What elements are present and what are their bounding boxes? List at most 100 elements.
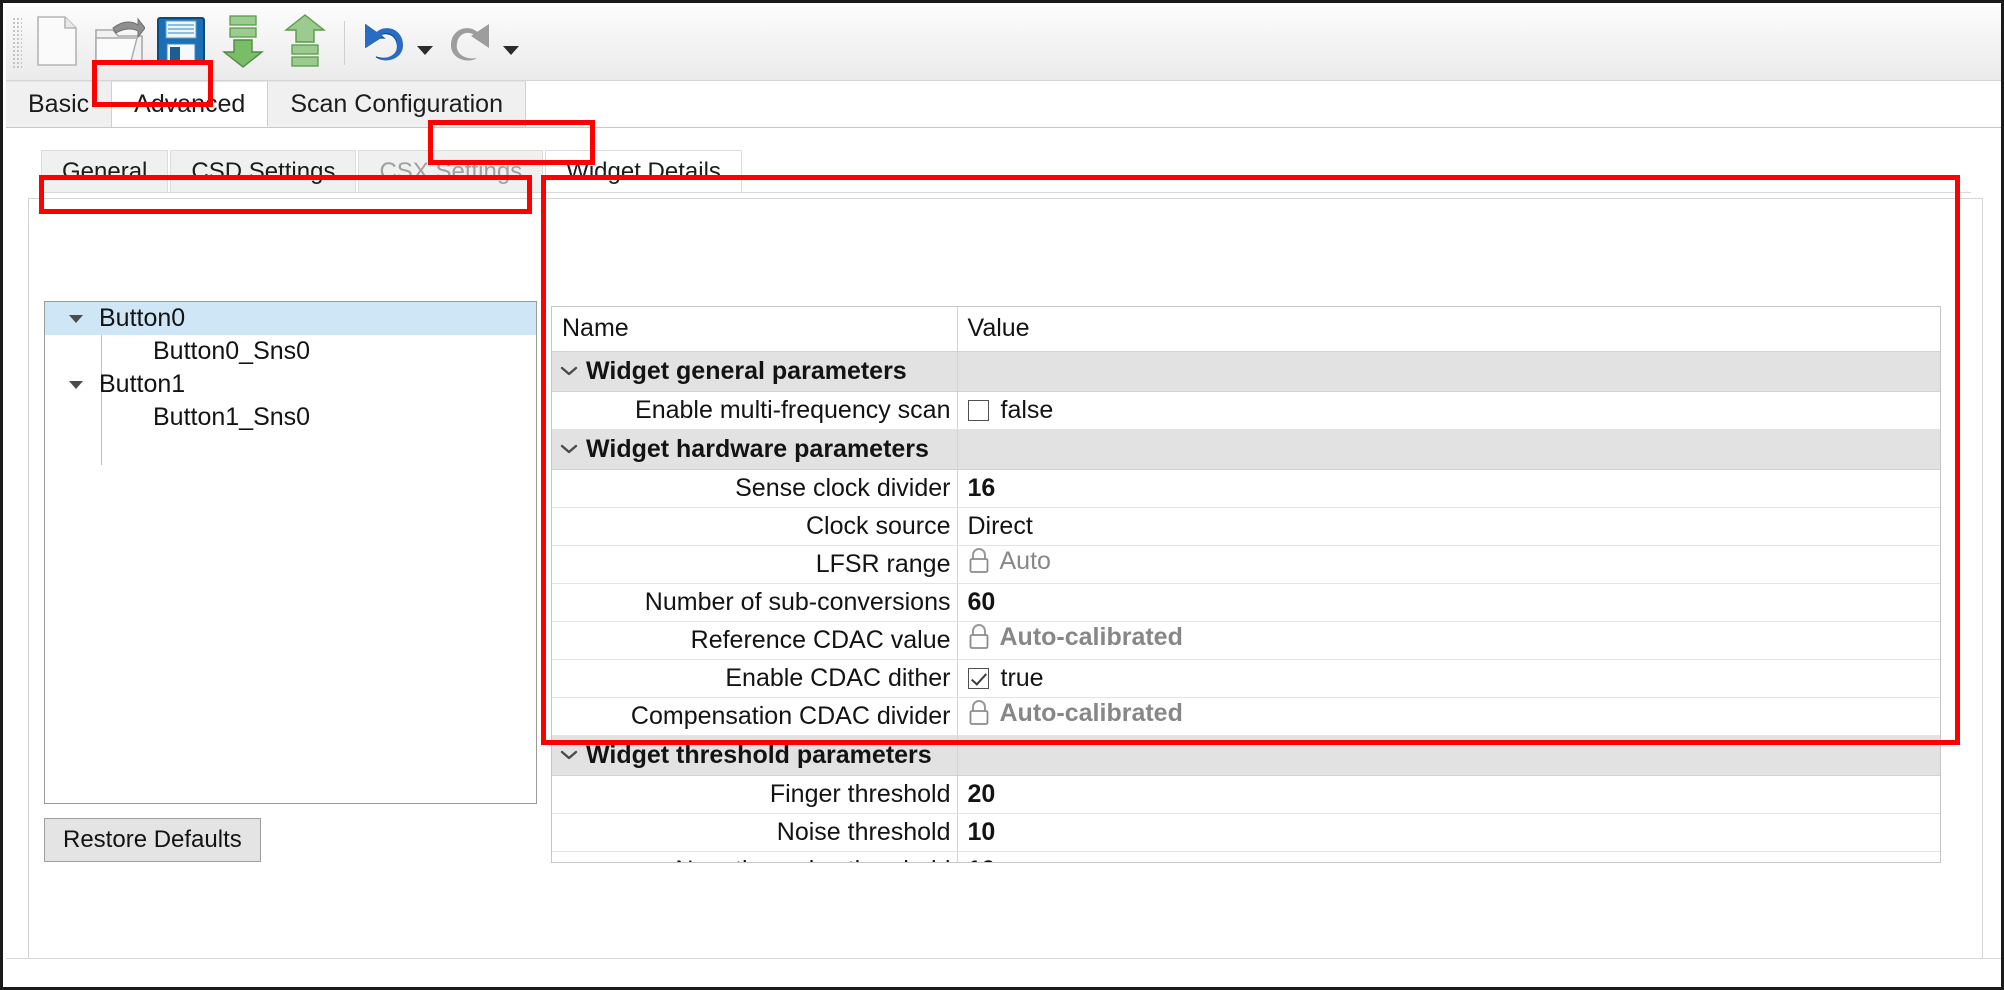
undo-button[interactable]	[353, 12, 415, 74]
parameter-value-cell[interactable]: Direct	[957, 507, 1940, 546]
parameter-row[interactable]: Compensation CDAC divider Auto-calibrated	[552, 697, 1940, 736]
locked-value: Auto-calibrated	[968, 699, 1183, 728]
checkbox[interactable]	[967, 399, 989, 421]
new-file-icon	[35, 15, 79, 72]
parameter-row[interactable]: Sense clock divider 16	[552, 469, 1940, 508]
column-header-name[interactable]: Name	[552, 307, 958, 352]
parameter-name-cell: Reference CDAC value	[552, 621, 958, 660]
value-text: Direct	[967, 511, 1033, 540]
tab-csx-settings-label: CSX Settings	[379, 158, 523, 185]
tab-general[interactable]: General	[41, 150, 169, 193]
toolbar-grip[interactable]	[12, 17, 22, 69]
parameter-row[interactable]: Enable CDAC dither true	[552, 659, 1940, 698]
import-button[interactable]	[212, 12, 274, 74]
new-button[interactable]	[26, 12, 88, 74]
parameter-label: Compensation CDAC divider	[630, 701, 951, 730]
locked-value: Auto-calibrated	[968, 623, 1183, 652]
chevron-down-icon[interactable]	[57, 380, 95, 389]
value-text: 16	[967, 473, 996, 502]
parameter-label: Number of sub-conversions	[644, 587, 951, 616]
parameter-row[interactable]: Number of sub-conversions 60	[552, 583, 1940, 622]
parameter-value-cell[interactable]: 10	[957, 851, 1940, 863]
tab-general-label: General	[62, 158, 148, 185]
widget-tree[interactable]: Button0 Button0_Sns0 Button1 Button1_Sns…	[44, 301, 537, 804]
parameter-name-cell: Enable multi-frequency scan	[552, 391, 958, 430]
parameter-row[interactable]: Clock source Direct	[552, 507, 1940, 546]
parameter-label: Enable CDAC dither	[725, 663, 951, 692]
value-text: false	[1000, 395, 1054, 424]
parameter-value-cell[interactable]: 16	[957, 469, 1940, 508]
parameter-name-cell: Number of sub-conversions	[552, 583, 958, 622]
parameter-group-row[interactable]: Widget general parameters	[552, 351, 1940, 392]
tab-advanced-label: Advanced	[134, 89, 246, 118]
parameter-row[interactable]: LFSR range Auto	[552, 545, 1940, 584]
parameter-value-cell[interactable]: true	[957, 659, 1940, 698]
upload-arrow-icon	[282, 13, 328, 73]
tree-item-label: Button0_Sns0	[153, 337, 311, 365]
parameter-value-cell[interactable]: Auto	[957, 545, 1940, 584]
tab-csd-settings-label: CSD Settings	[191, 158, 336, 185]
parameter-label: Negative noise threshold	[675, 856, 950, 863]
parameter-group-row[interactable]: Widget hardware parameters	[552, 429, 1940, 470]
redo-arrow-icon	[444, 17, 496, 70]
redo-dropdown-arrow[interactable]	[503, 45, 519, 55]
parameter-row[interactable]: Noise threshold 10	[552, 813, 1940, 852]
parameter-name-cell: Negative noise threshold	[552, 851, 958, 863]
value-text: 60	[967, 587, 996, 616]
redo-button[interactable]	[439, 12, 501, 74]
restore-defaults-button[interactable]: Restore Defaults	[44, 818, 261, 862]
tab-scan-configuration[interactable]: Scan Configuration	[268, 81, 526, 127]
tab-advanced[interactable]: Advanced	[112, 81, 269, 127]
parameter-group-row[interactable]: Widget threshold parameters	[552, 735, 1940, 776]
main-toolbar	[6, 6, 2001, 81]
tab-basic[interactable]: Basic	[6, 81, 113, 127]
tree-item-button0-sns0[interactable]: Button0_Sns0	[45, 335, 536, 368]
parameter-row[interactable]: Negative noise threshold 10	[552, 851, 1940, 863]
parameter-label: Reference CDAC value	[690, 625, 951, 654]
undo-dropdown-arrow[interactable]	[417, 45, 433, 55]
save-button[interactable]	[150, 12, 212, 74]
tree-item-label: Button1	[99, 370, 186, 398]
parameter-value-cell[interactable]: 60	[957, 583, 1940, 622]
parameter-row[interactable]: Enable multi-frequency scan false	[552, 391, 1940, 430]
chevron-down-icon[interactable]	[552, 749, 586, 761]
tree-item-label: Button1_Sns0	[153, 403, 311, 431]
parameter-value-cell[interactable]: false	[957, 391, 1940, 430]
tab-basic-label: Basic	[28, 90, 90, 118]
open-button[interactable]	[88, 12, 150, 74]
chevron-down-icon[interactable]	[552, 443, 586, 455]
undo-arrow-icon	[358, 17, 410, 70]
parameter-value-cell[interactable]: 20	[957, 775, 1940, 814]
parameter-value-cell[interactable]: Auto-calibrated	[957, 621, 1940, 660]
tab-widget-details[interactable]: Widget Details	[545, 150, 742, 193]
chevron-down-icon[interactable]	[57, 314, 95, 323]
tree-item-button0[interactable]: Button0	[45, 302, 536, 335]
restore-defaults-label: Restore Defaults	[63, 826, 242, 853]
export-button[interactable]	[274, 12, 336, 74]
group-name-cell: Widget threshold parameters	[552, 735, 958, 776]
checkbox[interactable]	[967, 667, 989, 689]
parameter-name-cell: Noise threshold	[552, 813, 958, 852]
parameter-name-cell: Enable CDAC dither	[552, 659, 958, 698]
chevron-down-icon[interactable]	[552, 365, 586, 377]
parameter-name-cell: Compensation CDAC divider	[552, 697, 958, 736]
parameter-value-cell[interactable]: Auto-calibrated	[957, 697, 1940, 736]
group-label: Widget threshold parameters	[586, 740, 932, 769]
tab-csd-settings[interactable]: CSD Settings	[170, 150, 357, 193]
parameter-value-cell[interactable]: 10	[957, 813, 1940, 852]
column-header-value[interactable]: Value	[957, 307, 1940, 352]
group-name-cell: Widget general parameters	[552, 351, 958, 392]
parameters-table[interactable]: Name Value Widget general parameters Enab…	[551, 306, 1941, 863]
parameter-row[interactable]: Finger threshold 20	[552, 775, 1940, 814]
group-value-cell	[957, 429, 1940, 470]
tree-item-label: Button0	[99, 304, 186, 332]
value-text: true	[1000, 663, 1044, 692]
parameter-row[interactable]: Reference CDAC value Auto-calibrated	[552, 621, 1940, 660]
value-text: 10	[968, 856, 996, 863]
save-disk-icon	[157, 16, 205, 70]
tree-item-button1-sns0[interactable]: Button1_Sns0	[45, 401, 536, 434]
group-name-cell: Widget hardware parameters	[552, 429, 958, 470]
tree-item-button1[interactable]: Button1	[45, 368, 536, 401]
parameter-label: Finger threshold	[769, 779, 951, 808]
tab-csx-settings: CSX Settings	[358, 150, 544, 193]
